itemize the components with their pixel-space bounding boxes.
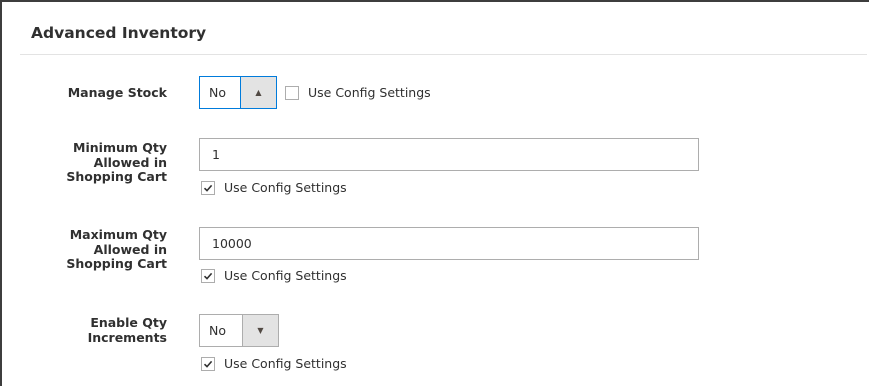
checkmark-icon — [203, 272, 213, 280]
manage-stock-use-config-label: Use Config Settings — [308, 85, 431, 100]
min-qty-use-config-checkbox[interactable] — [201, 180, 215, 195]
manage-stock-select[interactable]: No ▲ — [199, 76, 277, 109]
min-qty-input[interactable]: 1 — [199, 138, 699, 171]
min-qty-use-config-label: Use Config Settings — [224, 180, 347, 195]
qty-increments-label-line-1: Enable Qty — [90, 315, 167, 330]
max-qty-label-line-1: Maximum Qty — [69, 227, 167, 242]
checkmark-icon — [203, 360, 213, 368]
max-qty-label-line-3: Shopping Cart — [66, 256, 167, 271]
min-qty-label-line-2: Allowed in — [93, 154, 167, 170]
max-qty-label: Maximum Qty Allowed in Shopping Cart — [66, 227, 167, 272]
manage-stock-value: No — [209, 85, 226, 100]
min-qty-label-line-1: Minimum Qty — [73, 140, 167, 155]
max-qty-use-config[interactable]: Use Config Settings — [201, 268, 347, 283]
caret-down-icon: ▼ — [242, 315, 278, 346]
section-divider — [20, 54, 867, 55]
manage-stock-use-config-checkbox[interactable] — [285, 85, 299, 100]
advanced-inventory-panel: Advanced Inventory Manage Stock No ▲ Use… — [0, 0, 869, 386]
max-qty-label-line-2: Allowed in — [93, 241, 167, 257]
max-qty-input[interactable]: 10000 — [199, 227, 699, 260]
qty-increments-select[interactable]: No ▼ — [199, 314, 279, 347]
min-qty-label: Minimum Qty Allowed in Shopping Cart — [66, 140, 167, 185]
manage-stock-use-config[interactable]: Use Config Settings — [285, 85, 431, 100]
qty-increments-label: Enable Qty Increments — [87, 315, 167, 345]
min-qty-use-config[interactable]: Use Config Settings — [201, 180, 347, 195]
max-qty-use-config-checkbox[interactable] — [201, 268, 215, 283]
qty-increments-label-line-2: Increments — [87, 329, 167, 345]
max-qty-use-config-label: Use Config Settings — [224, 268, 347, 283]
qty-increments-value: No — [209, 323, 226, 338]
qty-increments-use-config[interactable]: Use Config Settings — [201, 356, 347, 371]
checkmark-icon — [203, 184, 213, 192]
caret-up-icon: ▲ — [240, 77, 276, 108]
manage-stock-label: Manage Stock — [67, 85, 167, 100]
section-title: Advanced Inventory — [31, 24, 207, 42]
min-qty-label-line-3: Shopping Cart — [66, 169, 167, 184]
qty-increments-use-config-checkbox[interactable] — [201, 356, 215, 371]
qty-increments-use-config-label: Use Config Settings — [224, 356, 347, 371]
